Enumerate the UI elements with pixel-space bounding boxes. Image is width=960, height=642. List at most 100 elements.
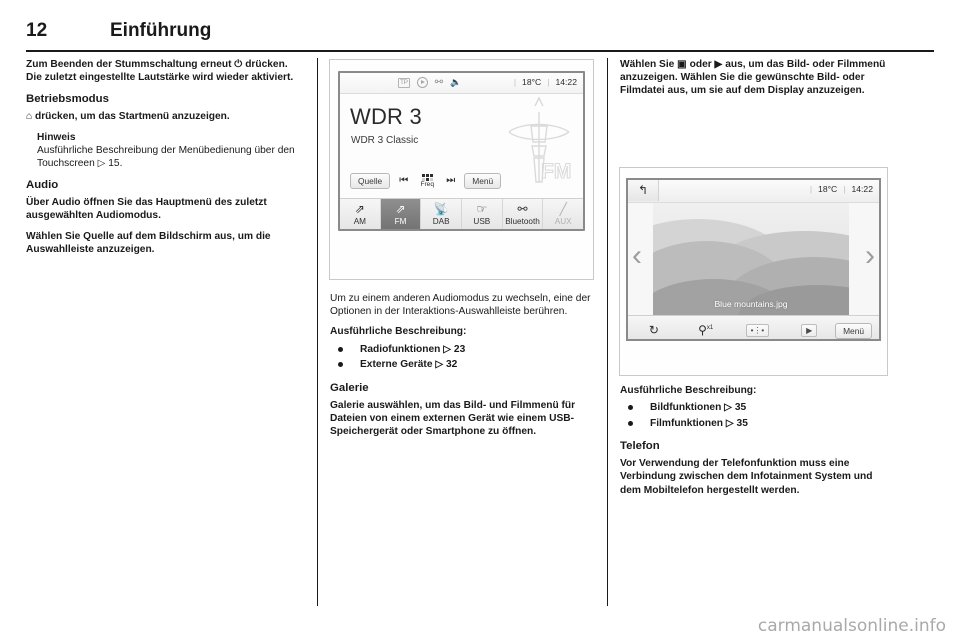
source-tab-aux[interactable]: ╱ AUX (543, 199, 583, 229)
detail-list-2: Radiofunktionen ▷ 23 Externe Geräte ▷ 32 (330, 342, 606, 373)
column-divider-1 (317, 58, 318, 606)
status-separator-1: | (809, 184, 813, 194)
satellite-icon: 📡 (433, 202, 449, 216)
list-item[interactable]: Radiofunktionen ▷ 23 (330, 342, 606, 358)
source-tab-fm[interactable]: ⇗ FM (380, 199, 422, 229)
page-header: 12 Einführung (26, 20, 934, 50)
column-one: Zum Beenden der Stummschaltung erneut ⏻ … (26, 58, 302, 263)
gallery-menu-button[interactable]: Menü (835, 322, 873, 339)
previous-image-chevron-icon[interactable]: ‹ (632, 241, 642, 271)
status-separator-2: | (547, 77, 550, 87)
detailed-description-label-2: Ausführliche Beschreibung: (330, 326, 467, 338)
switch-mode-paragraph: Um zu einem anderen Audiomodus zu wechse… (330, 293, 591, 318)
antenna-icon: ⇗ (395, 202, 406, 216)
usb-icon: ☞ (476, 202, 488, 216)
status-separator-1: | (513, 77, 517, 87)
heading-audio: Audio (26, 179, 59, 192)
source-tab-label: Bluetooth (505, 217, 540, 226)
header-divider (26, 50, 934, 52)
radio-status-bar: TP ⚯ 🔈 | 18°C | 14:22 (340, 73, 583, 94)
bullet-dot (628, 405, 633, 411)
clock-time: 14:22 (555, 77, 577, 87)
radio-menu-button[interactable]: Menü (464, 173, 502, 189)
bullet-dot (628, 420, 633, 426)
frequency-icon[interactable]: Freq (417, 174, 437, 188)
page-number: 12 (26, 20, 48, 41)
next-station-icon[interactable]: ⏭ (446, 176, 455, 186)
zoom-level: x1 (706, 324, 714, 331)
radio-display: TP ⚯ 🔈 | 18°C | 14:22 WDR 3 WDR 3 Classi… (338, 71, 585, 231)
bluetooth-icon: ⚯ (434, 77, 444, 88)
gallery-menu-label: Menü (835, 322, 873, 339)
source-tab-usb[interactable]: ☞ USB (462, 199, 503, 229)
detail-page: 35 (736, 417, 748, 429)
column-three-bottom: Ausführliche Beschreibung: Bildfunktione… (620, 384, 896, 504)
source-tab-label: FM (394, 217, 407, 226)
list-item[interactable]: Externe Geräte ▷ 32 (330, 357, 606, 373)
station-subtitle: WDR 3 Classic (351, 135, 419, 146)
audio-paragraph-2: Wählen Sie Quelle auf dem Bildschirm aus… (26, 230, 271, 255)
frequency-grid (417, 174, 437, 181)
source-tab-bluetooth[interactable]: ⚯ Bluetooth (503, 199, 544, 229)
column-two: Um zu einem anderen Audiomodus zu wechse… (330, 292, 606, 445)
radio-main-area: WDR 3 WDR 3 Classic FM Quelle ⏮ Freq ⏭ M… (340, 94, 583, 198)
bullet-dot (338, 346, 343, 352)
magnifier-glyph: ⚲ (698, 322, 707, 337)
source-tab-label: DAB (432, 217, 450, 226)
column-three-top: Wählen Sie ▣ oder ▶ aus, um das Bild- od… (620, 58, 896, 105)
reference-arrow-icon: ▷ (724, 402, 732, 414)
detail-label: Externe Geräte (360, 359, 433, 371)
mute-speaker-icon: 🔈 (450, 77, 462, 87)
detail-label: Radiofunktionen (360, 343, 441, 355)
next-image-chevron-icon[interactable]: › (865, 241, 875, 271)
list-item[interactable]: Bildfunktionen ▷ 35 (620, 400, 896, 416)
status-icon-group: TP ⚯ 🔈 (398, 77, 461, 88)
detail-list-3: Bildfunktionen ▷ 35 Filmfunktionen ▷ 35 (620, 400, 896, 431)
gallery-screenshot: ↰ | 18°C | 14:22 ‹ › Blue mountains.jpg … (620, 168, 887, 375)
note-body: Ausführliche Beschreibung der Menübedien… (37, 144, 295, 170)
photo-preview[interactable]: Blue mountains.jpg (653, 203, 849, 315)
heading-galerie: Galerie (330, 381, 369, 394)
note-block: Hinweis Ausführliche Beschreibung der Me… (26, 131, 302, 171)
site-watermark: carmanualsonline.info (757, 616, 946, 636)
heading-telefon: Telefon (620, 440, 660, 453)
bluetooth-icon: ⚯ (517, 202, 528, 216)
betriebsmodus-paragraph: ⌂ drücken, um das Startmenü anzuzeigen. (26, 111, 230, 123)
fm-tower-logo: FM (508, 96, 572, 184)
traffic-announcement-icon (416, 77, 428, 88)
previous-station-icon[interactable]: ⏮ (399, 176, 408, 186)
chapter-title: Einführung (110, 20, 212, 41)
tp-icon: TP (398, 77, 410, 88)
radio-screenshot: TP ⚯ 🔈 | 18°C | 14:22 WDR 3 WDR 3 Classi… (330, 60, 593, 279)
aux-jack-icon: ╱ (559, 202, 567, 216)
slideshow-icon[interactable]: ▶ (783, 322, 835, 337)
detail-label: Filmfunktionen (650, 417, 724, 429)
zoom-icon[interactable]: ⚲x1 (680, 323, 732, 337)
status-right-group: | 18°C | 14:22 (514, 77, 577, 87)
source-tab-am[interactable]: ⇗ AM (340, 199, 381, 229)
manual-page: 12 Einführung Zum Beenden der Stummschal… (0, 0, 960, 642)
svg-text:FM: FM (541, 160, 571, 183)
frequency-label: Freq (420, 181, 434, 188)
detail-page: 23 (453, 343, 466, 355)
audio-paragraph-1: Über Audio öffnen Sie das Hauptmenü des … (26, 197, 267, 222)
source-tab-label: AUX (554, 217, 572, 226)
outside-temperature: 18°C (522, 77, 542, 87)
rotate-icon[interactable]: ↻ (628, 323, 680, 337)
list-item[interactable]: Filmfunktionen ▷ 35 (620, 416, 896, 432)
effects-icon[interactable]: •⋮• (732, 322, 784, 337)
detail-page: 32 (446, 359, 458, 371)
source-tab-dab[interactable]: 📡 DAB (421, 199, 463, 229)
note-title: Hinweis (37, 131, 76, 143)
source-button[interactable]: Quelle (350, 173, 391, 189)
back-icon[interactable]: ↰ (628, 180, 659, 201)
station-name: WDR 3 (350, 104, 422, 129)
reference-arrow-icon: ▷ (725, 417, 734, 429)
bullet-dot (338, 362, 343, 368)
galerie-paragraph: Galerie auswählen, um das Bild- und Film… (330, 399, 576, 438)
gallery-status-bar: ↰ | 18°C | 14:22 (628, 180, 879, 203)
source-tab-label: AM (353, 217, 366, 226)
status-separator-2: | (843, 184, 846, 194)
column-divider-2 (607, 58, 608, 606)
source-tab-label: USB (473, 217, 491, 226)
